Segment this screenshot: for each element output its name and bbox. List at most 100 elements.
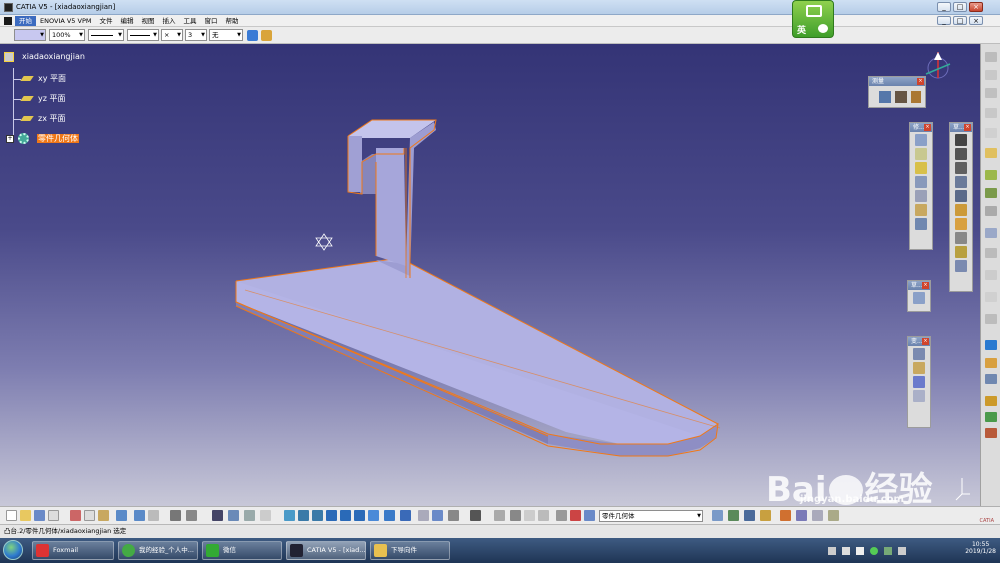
iso-view-icon[interactable] (384, 510, 395, 521)
compass-widget[interactable] (925, 52, 951, 79)
measure-between-icon[interactable] (879, 91, 891, 103)
menu-window[interactable]: 窗口 (200, 16, 221, 26)
task-browser[interactable]: 我的经验_个人中... (118, 541, 198, 560)
fit-all-icon[interactable] (298, 510, 309, 521)
paste-icon[interactable] (98, 510, 109, 521)
catalog-browser-icon[interactable] (828, 510, 839, 521)
doc-close-icon[interactable]: × (969, 16, 983, 25)
menu-file[interactable]: 文件 (95, 16, 116, 26)
sketch-icon[interactable] (955, 134, 967, 146)
point-icon[interactable] (955, 204, 967, 216)
ime-settings-icon[interactable] (818, 24, 828, 33)
close-icon[interactable]: × (917, 78, 924, 85)
menu-edit[interactable]: 编辑 (116, 16, 137, 26)
constraint-icon[interactable] (955, 190, 967, 202)
tray-volume-icon[interactable] (898, 547, 906, 555)
tray-network-icon[interactable] (856, 547, 864, 555)
tray-arrow-icon[interactable] (828, 547, 836, 555)
part-icon[interactable] (4, 52, 14, 62)
update-icon[interactable] (985, 428, 997, 438)
swap-space-icon[interactable] (432, 510, 443, 521)
hook-lip[interactable] (348, 136, 362, 192)
zoom-in-icon-2[interactable] (340, 510, 351, 521)
material-icon[interactable] (985, 358, 997, 368)
formula-icon[interactable] (985, 248, 997, 258)
fly-icon[interactable] (284, 510, 295, 521)
transparency-combo[interactable]: 100% ▼ (49, 29, 85, 41)
check-icon[interactable] (260, 510, 271, 521)
draft-icon[interactable] (915, 176, 927, 188)
rotate-icon[interactable] (913, 362, 925, 374)
grid-icon[interactable] (913, 376, 925, 388)
print-icon[interactable] (48, 510, 59, 521)
macro-icon[interactable] (985, 292, 997, 302)
copy-icon[interactable] (84, 510, 95, 521)
circle-icon[interactable] (955, 176, 967, 188)
annotate-icon[interactable] (760, 510, 771, 521)
features-toolbar[interactable]: 修... × (909, 122, 933, 250)
normal-view-icon[interactable] (368, 510, 379, 521)
thickness-combo[interactable]: 3 ▼ (185, 29, 207, 41)
minimize-icon[interactable]: _ (937, 2, 951, 12)
project-icon[interactable] (955, 260, 967, 272)
fillet-icon[interactable] (915, 162, 927, 174)
render-icon[interactable] (985, 412, 997, 422)
new-icon[interactable] (6, 510, 17, 521)
zoom-out-icon-2[interactable] (354, 510, 365, 521)
select-icon[interactable] (985, 148, 997, 158)
clock[interactable]: 10:55 2019/1/28 (965, 541, 996, 555)
annotation-toolbar[interactable]: 草... × (907, 280, 931, 312)
linewidth-combo[interactable]: ▼ (127, 29, 159, 41)
zoom-out-icon[interactable] (985, 128, 997, 138)
linetype-combo[interactable]: ▼ (88, 29, 124, 41)
operation-icon[interactable] (955, 232, 967, 244)
menu-tools[interactable]: 工具 (179, 16, 200, 26)
snap-icon[interactable] (913, 390, 925, 402)
profile-icon[interactable] (955, 148, 967, 160)
shaft-icon[interactable] (915, 148, 927, 160)
measure-item-icon[interactable] (895, 91, 907, 103)
close-icon[interactable]: × (964, 124, 971, 131)
render-style-icon[interactable] (448, 510, 459, 521)
body-select-combo[interactable]: 零件几何体 ▼ (599, 510, 703, 522)
body-tool-icon[interactable] (985, 188, 997, 198)
menu-help[interactable]: 帮助 (221, 16, 242, 26)
save-icon[interactable] (34, 510, 45, 521)
thread-icon[interactable] (915, 204, 927, 216)
table-icon[interactable] (212, 510, 223, 521)
translate-icon[interactable] (913, 348, 925, 360)
shading-icon[interactable] (400, 510, 411, 521)
paint-painter-icon[interactable] (261, 30, 272, 41)
measure-inertia-icon[interactable] (911, 91, 921, 103)
part-design-icon[interactable] (985, 52, 997, 62)
geometric-set-icon[interactable] (728, 510, 739, 521)
doc-minimize-icon[interactable]: _ (937, 16, 951, 25)
measure-toolbar[interactable]: 测量 × (868, 76, 926, 108)
zoom-in-icon[interactable] (985, 108, 997, 118)
system-tray-icons[interactable] (828, 545, 938, 557)
sketch-toolbar[interactable]: 草... × (949, 122, 973, 292)
cut-icon[interactable] (70, 510, 81, 521)
tree-root-label[interactable]: xiadaoxiangjian (22, 52, 85, 61)
ordered-set-icon[interactable] (744, 510, 755, 521)
close-icon[interactable]: × (969, 2, 983, 12)
cut-section-icon[interactable] (570, 510, 581, 521)
pad-icon[interactable] (915, 134, 927, 146)
undo-icon[interactable] (116, 510, 127, 521)
hook-upright-front[interactable] (376, 148, 406, 266)
line-icon[interactable] (955, 162, 967, 174)
catia-icon[interactable] (985, 340, 997, 350)
dress-up-icon[interactable] (812, 510, 823, 521)
point-symbol-combo[interactable]: × ▼ (161, 29, 183, 41)
close-icon[interactable]: × (922, 338, 929, 345)
doc-restore-icon[interactable]: □ (953, 16, 967, 25)
close-icon[interactable]: × (924, 124, 931, 131)
expand-icon[interactable]: + (6, 135, 14, 143)
catia-app-icon[interactable] (4, 3, 13, 12)
open-icon[interactable] (20, 510, 31, 521)
measure-icon[interactable] (538, 510, 549, 521)
transform-toolbar[interactable]: 变... × (907, 336, 931, 428)
document-icon[interactable] (4, 17, 12, 25)
color-combo[interactable]: ▼ (14, 29, 46, 41)
annotation-icon[interactable] (913, 292, 925, 304)
